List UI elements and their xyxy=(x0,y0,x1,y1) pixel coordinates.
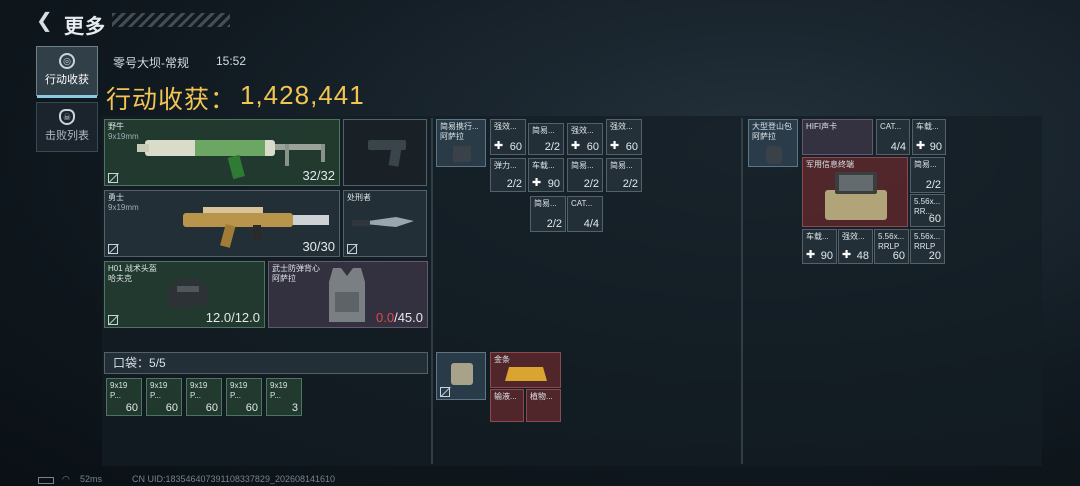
tab-label: 击败列表 xyxy=(45,130,89,142)
medical-cross-icon: ✚ xyxy=(916,140,926,152)
ping: 52ms xyxy=(80,474,103,484)
item-brand: 哈夫克 xyxy=(108,274,132,283)
backpack-slot[interactable]: 大型登山包 阿萨拉 xyxy=(748,119,798,167)
vest-icon xyxy=(329,268,365,322)
tab-label: 行动收获 xyxy=(45,74,89,86)
wifi-icon: ◠ xyxy=(62,474,70,484)
pocket-item[interactable]: 9x19 P... 60 xyxy=(106,378,142,416)
lock-icon xyxy=(108,244,118,254)
backpack-icon xyxy=(766,146,782,164)
medical-cross-icon: ✚ xyxy=(494,140,504,152)
tab-operation-haul[interactable]: ◎ 行动收获 xyxy=(36,46,98,98)
helmet-slot[interactable]: H01 战术头盔 哈夫克 12.0/12.0 xyxy=(104,261,265,328)
medical-cross-icon: ✚ xyxy=(532,177,542,189)
durability: 0.0/45.0 xyxy=(376,310,423,325)
ammo-count: 32/32 xyxy=(302,168,335,183)
divider xyxy=(741,118,743,464)
rig-item[interactable]: 车载... ✚ 90 xyxy=(528,158,564,192)
primary-weapon-slot[interactable]: 野牛 9x19mm 32/32 xyxy=(104,119,340,186)
tab-kill-list[interactable]: ☠ 击败列表 xyxy=(36,102,98,152)
item-name: 处刑者 xyxy=(347,193,371,202)
item-name: 武士防弹背心 xyxy=(272,264,320,273)
knife-icon xyxy=(352,217,414,227)
pocket-header: 口袋：5/5 xyxy=(104,352,428,374)
rig-item[interactable]: CAT... 4/4 xyxy=(567,196,603,232)
haul-label: 行动收获： xyxy=(106,86,237,114)
secondary-weapon-slot[interactable]: 勇士 9x19mm 30/30 xyxy=(104,190,340,257)
chest-rig-slot[interactable]: 简易携行... 阿萨拉 xyxy=(436,119,486,167)
item-name: 勇士 xyxy=(108,193,124,202)
target-icon: ◎ xyxy=(59,53,75,69)
safe-item[interactable]: 输液... xyxy=(490,389,524,422)
uid: CN UID:183546407391108337829_20260814161… xyxy=(132,474,336,484)
pocket-item[interactable]: 9x19 P... 60 xyxy=(226,378,262,416)
pistol-slot[interactable] xyxy=(343,119,427,186)
backpack-item[interactable]: 5.56x... RRLP 20 xyxy=(910,229,945,264)
vest-slot[interactable]: 武士防弹背心 阿萨拉 0.0/45.0 xyxy=(268,261,428,328)
backpack-item[interactable]: 简易... 2/2 xyxy=(910,157,945,193)
safe-item[interactable]: 金条 xyxy=(490,352,561,388)
lock-icon xyxy=(347,244,357,254)
pocket-item[interactable]: 9x19 P... 3 xyxy=(266,378,302,416)
skull-icon: ☠ xyxy=(59,109,75,125)
pocket-item[interactable]: 9x19 P... 60 xyxy=(146,378,182,416)
lock-icon xyxy=(440,387,450,397)
pocket-count: 5/5 xyxy=(149,356,166,370)
backpack-item[interactable]: 5.56x... RRLP 60 xyxy=(874,229,909,264)
title-decoration xyxy=(112,13,230,27)
backpack-item[interactable]: 强效... ✚ 48 xyxy=(838,229,873,264)
rig-item[interactable]: 强效... ✚ 60 xyxy=(567,123,603,155)
item-name: H01 战术头盔 xyxy=(108,264,157,273)
medical-cross-icon: ✚ xyxy=(571,140,581,152)
rig-item[interactable]: 简易... 2/2 xyxy=(567,158,603,192)
terminal-case-icon xyxy=(825,172,887,220)
safe-item[interactable]: 植物... xyxy=(526,389,561,422)
pocket-label: 口袋： xyxy=(113,356,150,370)
back-button[interactable]: ❮ xyxy=(36,10,58,32)
medical-cross-icon: ✚ xyxy=(610,140,620,152)
haul-value: 1,428,441 xyxy=(240,80,365,110)
medical-cross-icon: ✚ xyxy=(806,249,816,261)
lock-icon xyxy=(108,173,118,183)
backpack-item[interactable]: 车载... ✚ 90 xyxy=(912,119,946,155)
rig-item[interactable]: 简易... 2/2 xyxy=(528,123,564,155)
backpack-item[interactable]: HIFI声卡 xyxy=(802,119,873,155)
durability: 12.0/12.0 xyxy=(205,310,260,325)
rig-item[interactable]: 强效... ✚ 60 xyxy=(490,119,526,155)
item-name: 野牛 xyxy=(108,122,124,131)
safe-box-slot[interactable] xyxy=(436,352,486,400)
divider xyxy=(431,118,433,464)
pocket-item[interactable]: 9x19 P... 60 xyxy=(186,378,222,416)
battery-icon xyxy=(38,477,54,484)
rig-item[interactable]: 简易... 2/2 xyxy=(606,158,642,192)
backpack-item[interactable]: 军用信息终端 xyxy=(802,157,908,227)
safe-box-icon xyxy=(451,363,473,385)
lock-icon xyxy=(108,315,118,325)
page-title: 更多 xyxy=(64,16,106,38)
rig-item[interactable]: 简易... 2/2 xyxy=(530,196,566,232)
map-name: 零号大坝-常规 xyxy=(113,56,189,70)
pistol-icon xyxy=(368,140,406,167)
gold-bar-icon xyxy=(505,367,547,381)
chest-rig-icon xyxy=(453,146,471,162)
backpack-item[interactable]: 车载... ✚ 90 xyxy=(802,229,837,264)
rig-item[interactable]: 强效... ✚ 60 xyxy=(606,119,642,155)
rig-item[interactable]: 弹力... 2/2 xyxy=(490,158,526,192)
ammo-count: 30/30 xyxy=(302,239,335,254)
melee-slot[interactable]: 处刑者 xyxy=(343,190,427,257)
backpack-item[interactable]: 5.56x... RR... 60 xyxy=(910,194,945,227)
medical-cross-icon: ✚ xyxy=(842,249,852,261)
ammo-type: 9x19mm xyxy=(108,203,139,212)
backpack-item[interactable]: CAT... 4/4 xyxy=(876,119,910,155)
match-time: 15:52 xyxy=(216,54,247,68)
item-brand: 阿萨拉 xyxy=(272,274,296,283)
